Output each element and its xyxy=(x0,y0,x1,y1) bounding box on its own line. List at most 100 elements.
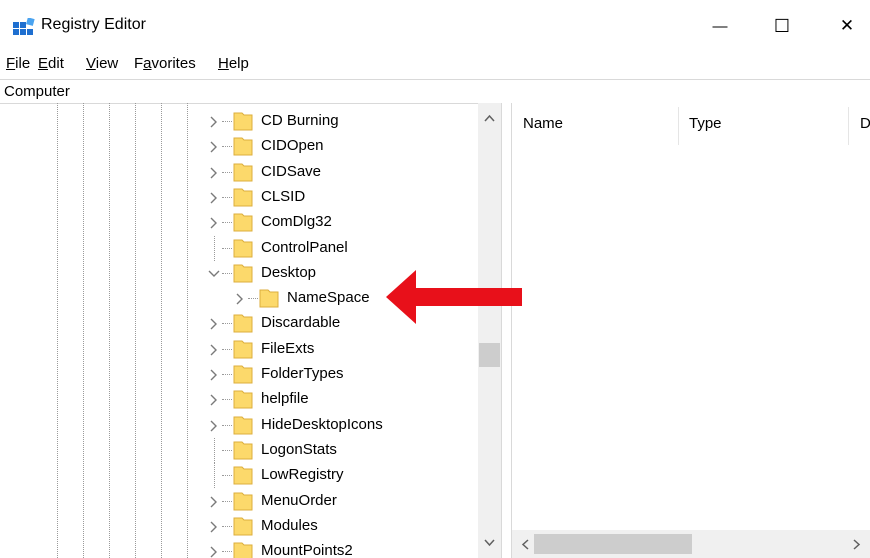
tree-connector xyxy=(222,196,232,198)
chevron-right-icon[interactable] xyxy=(208,496,220,508)
folder-icon xyxy=(233,239,253,257)
tree-connector xyxy=(222,374,232,375)
tree-item[interactable]: FileExts xyxy=(0,337,478,362)
window-title: Registry Editor xyxy=(41,16,146,33)
tree-connector xyxy=(222,171,232,173)
tree-item-label[interactable]: LowRegistry xyxy=(261,466,344,483)
chevron-right-icon[interactable] xyxy=(208,369,220,381)
folder-icon xyxy=(233,112,253,131)
tree-vertical-scrollbar[interactable] xyxy=(478,103,501,558)
tree-connector xyxy=(222,424,232,426)
horizontal-scroll-thumb[interactable] xyxy=(534,534,692,554)
menu-view[interactable]: View xyxy=(86,55,118,72)
menu-bar: File Edit View Favorites Help xyxy=(0,50,870,78)
column-header-name[interactable]: Name xyxy=(523,115,563,132)
tree-item-label[interactable]: LogonStats xyxy=(261,441,337,458)
tree-item-label[interactable]: ControlPanel xyxy=(261,239,348,256)
tree-item[interactable]: CD Burning xyxy=(0,109,478,134)
tree-item[interactable]: ComDlg32 xyxy=(0,210,478,235)
column-divider[interactable] xyxy=(848,107,849,145)
tree-item[interactable]: CIDSave xyxy=(0,160,478,185)
chevron-right-icon[interactable] xyxy=(208,167,220,179)
values-pane[interactable]: Name Type D xyxy=(512,103,870,558)
tree-item-label[interactable]: Discardable xyxy=(261,314,340,331)
tree-pane[interactable]: CD Burning CIDOpen CIDSave CLSID ComDlg32 Con… xyxy=(0,103,478,558)
chevron-right-icon[interactable] xyxy=(208,521,220,533)
chevron-right-icon[interactable] xyxy=(208,420,220,432)
tree-item-label[interactable]: ComDlg32 xyxy=(261,213,332,230)
tree-connector xyxy=(214,437,215,463)
column-divider[interactable] xyxy=(678,107,679,145)
tree-item[interactable]: MenuOrder xyxy=(0,489,478,514)
folder-icon xyxy=(259,289,279,308)
close-button[interactable]: ✕ xyxy=(824,6,870,46)
values-horizontal-scrollbar[interactable] xyxy=(512,530,870,558)
tree-item[interactable]: LogonStats xyxy=(0,437,478,463)
chevron-right-icon[interactable] xyxy=(208,546,220,558)
title-bar: Registry Editor — ☐ ✕ xyxy=(0,0,870,50)
tree-item-label[interactable]: helpfile xyxy=(261,390,309,407)
tree-item-label[interactable]: CIDOpen xyxy=(261,137,324,154)
scroll-right-icon[interactable] xyxy=(853,539,861,550)
tree-item-label[interactable]: CD Burning xyxy=(261,112,339,129)
tree-item[interactable]: HideDesktopIcons xyxy=(0,413,478,438)
menu-view-key: V xyxy=(86,55,96,72)
tree-connector xyxy=(222,247,232,249)
column-header-data[interactable]: D xyxy=(860,115,870,132)
tree-item[interactable]: ControlPanel xyxy=(0,235,478,261)
tree-item-label[interactable]: FileExts xyxy=(261,340,314,357)
menu-favorites[interactable]: Favorites xyxy=(134,55,196,72)
menu-edit[interactable]: Edit xyxy=(38,55,64,72)
chevron-right-icon[interactable] xyxy=(208,394,220,406)
tree-item[interactable]: Modules xyxy=(0,514,478,539)
tree-item[interactable]: CLSID xyxy=(0,185,478,210)
close-icon: ✕ xyxy=(839,16,855,35)
chevron-right-icon[interactable] xyxy=(208,217,220,229)
menu-file-key: F xyxy=(6,55,16,72)
tree-item[interactable]: CIDOpen xyxy=(0,134,478,159)
menu-edit-key: E xyxy=(38,55,49,72)
folder-icon xyxy=(233,137,253,156)
minimize-button[interactable]: — xyxy=(697,6,743,46)
folder-icon xyxy=(233,264,253,283)
tree-item-label[interactable]: CLSID xyxy=(261,188,305,205)
scroll-thumb[interactable] xyxy=(479,343,500,367)
column-header-type[interactable]: Type xyxy=(689,115,722,132)
folder-icon xyxy=(233,314,253,333)
address-path: Computer xyxy=(4,83,70,100)
scroll-up-icon[interactable] xyxy=(484,114,495,122)
menu-file[interactable]: File xyxy=(6,55,30,72)
maximize-button[interactable]: ☐ xyxy=(759,6,805,46)
folder-icon xyxy=(233,163,253,182)
tree-item-label[interactable]: MenuOrder xyxy=(261,492,337,509)
tree-item-label[interactable]: Modules xyxy=(261,517,318,534)
chevron-right-icon[interactable] xyxy=(208,141,220,153)
tree-item-label[interactable]: NameSpace xyxy=(287,289,370,306)
tree-item[interactable]: MountPoints2 xyxy=(0,539,478,558)
scroll-down-icon[interactable] xyxy=(484,539,495,547)
tree-item-label[interactable]: HideDesktopIcons xyxy=(261,416,383,433)
menu-help-key: H xyxy=(218,55,229,72)
maximize-icon: ☐ xyxy=(773,15,791,36)
tree-connector xyxy=(222,146,232,148)
tree-item-label[interactable]: CIDSave xyxy=(261,163,321,180)
chevron-right-icon[interactable] xyxy=(234,293,246,305)
tree-item-label[interactable]: FolderTypes xyxy=(261,365,344,382)
tree-item-label[interactable]: Desktop xyxy=(261,264,316,281)
chevron-right-icon[interactable] xyxy=(208,192,220,204)
menu-help[interactable]: Help xyxy=(218,55,249,72)
chevron-right-icon[interactable] xyxy=(208,318,220,330)
chevron-right-icon[interactable] xyxy=(208,344,220,356)
minimize-icon: — xyxy=(712,17,728,35)
tree-item[interactable]: helpfile xyxy=(0,387,478,412)
tree-item-label[interactable]: MountPoints2 xyxy=(261,542,353,558)
tree-connector xyxy=(214,463,215,489)
chevron-right-icon[interactable] xyxy=(208,116,220,128)
chevron-down-icon[interactable] xyxy=(208,268,220,280)
tree-item[interactable]: LowRegistry xyxy=(0,463,478,489)
address-bar[interactable]: Computer xyxy=(0,79,870,104)
folder-icon xyxy=(233,188,253,207)
scroll-left-icon[interactable] xyxy=(521,539,529,550)
tree-item[interactable]: FolderTypes xyxy=(0,362,478,387)
pane-splitter[interactable] xyxy=(501,103,512,558)
